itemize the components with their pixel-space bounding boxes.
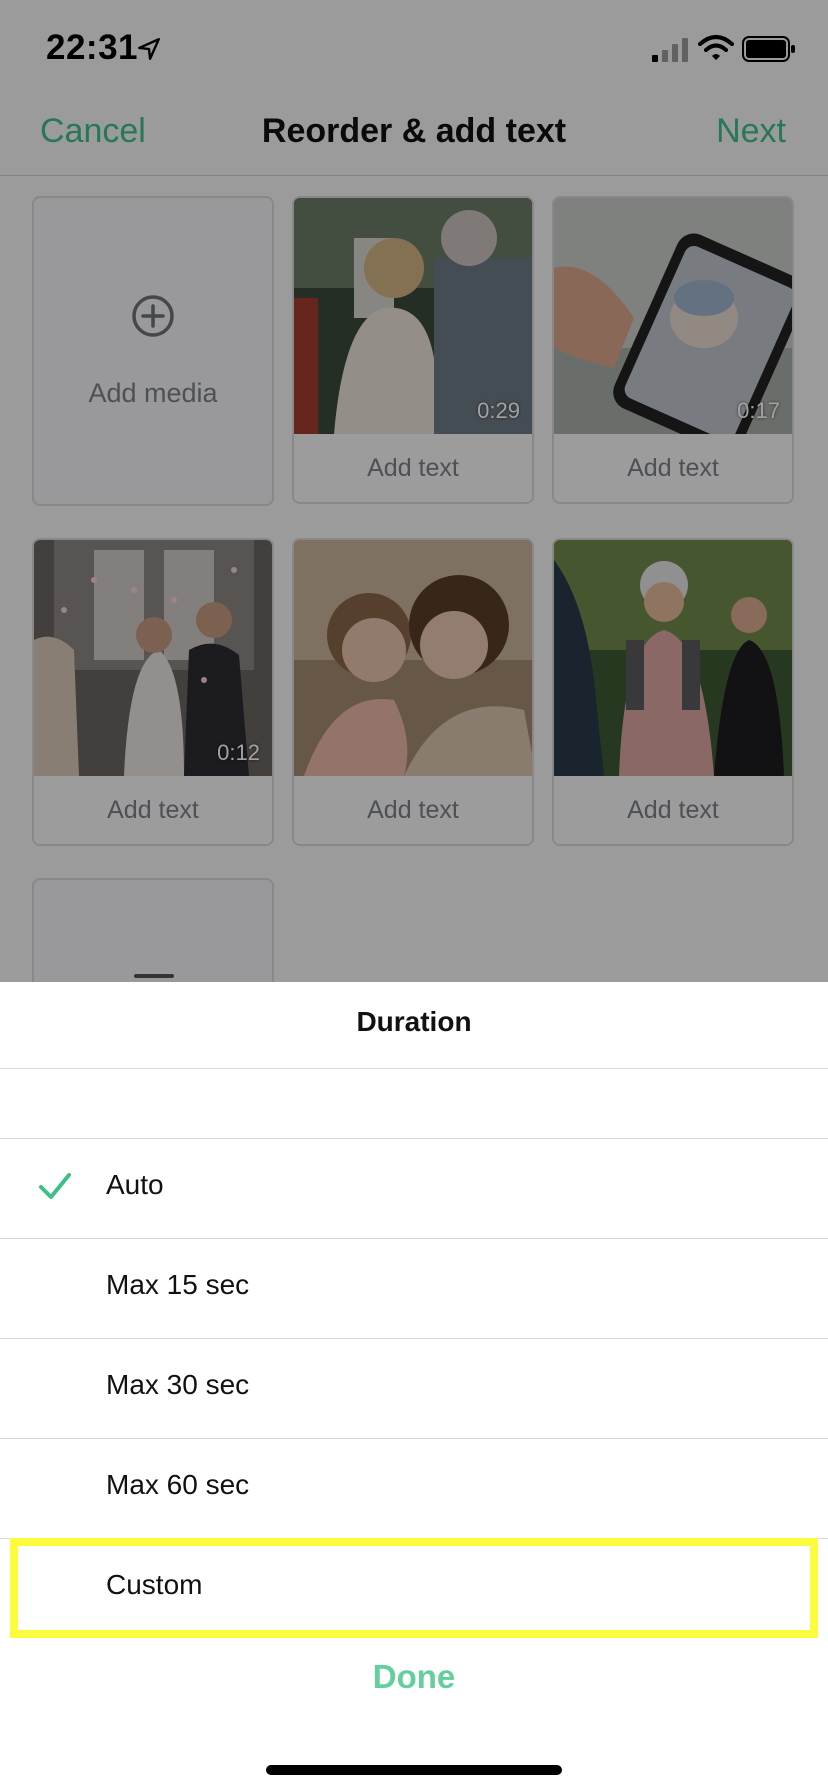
checkmark-icon (39, 1173, 71, 1199)
option-label: Max 15 sec (106, 1269, 250, 1300)
done-button[interactable]: Done (0, 1658, 828, 1696)
duration-option-auto[interactable]: Auto (0, 1139, 828, 1238)
sheet-title: Duration (356, 1006, 472, 1037)
option-label: Max 30 sec (106, 1369, 250, 1400)
duration-option-max-30[interactable]: Max 30 sec (0, 1339, 828, 1438)
divider (0, 1068, 828, 1069)
duration-option-max-60[interactable]: Max 60 sec (0, 1439, 828, 1538)
home-indicator[interactable] (266, 1765, 562, 1775)
duration-option-max-15[interactable]: Max 15 sec (0, 1239, 828, 1338)
option-label: Auto (106, 1169, 164, 1200)
highlight-box (10, 1538, 818, 1638)
option-label: Max 60 sec (106, 1469, 250, 1500)
modal-backdrop[interactable] (0, 0, 828, 982)
